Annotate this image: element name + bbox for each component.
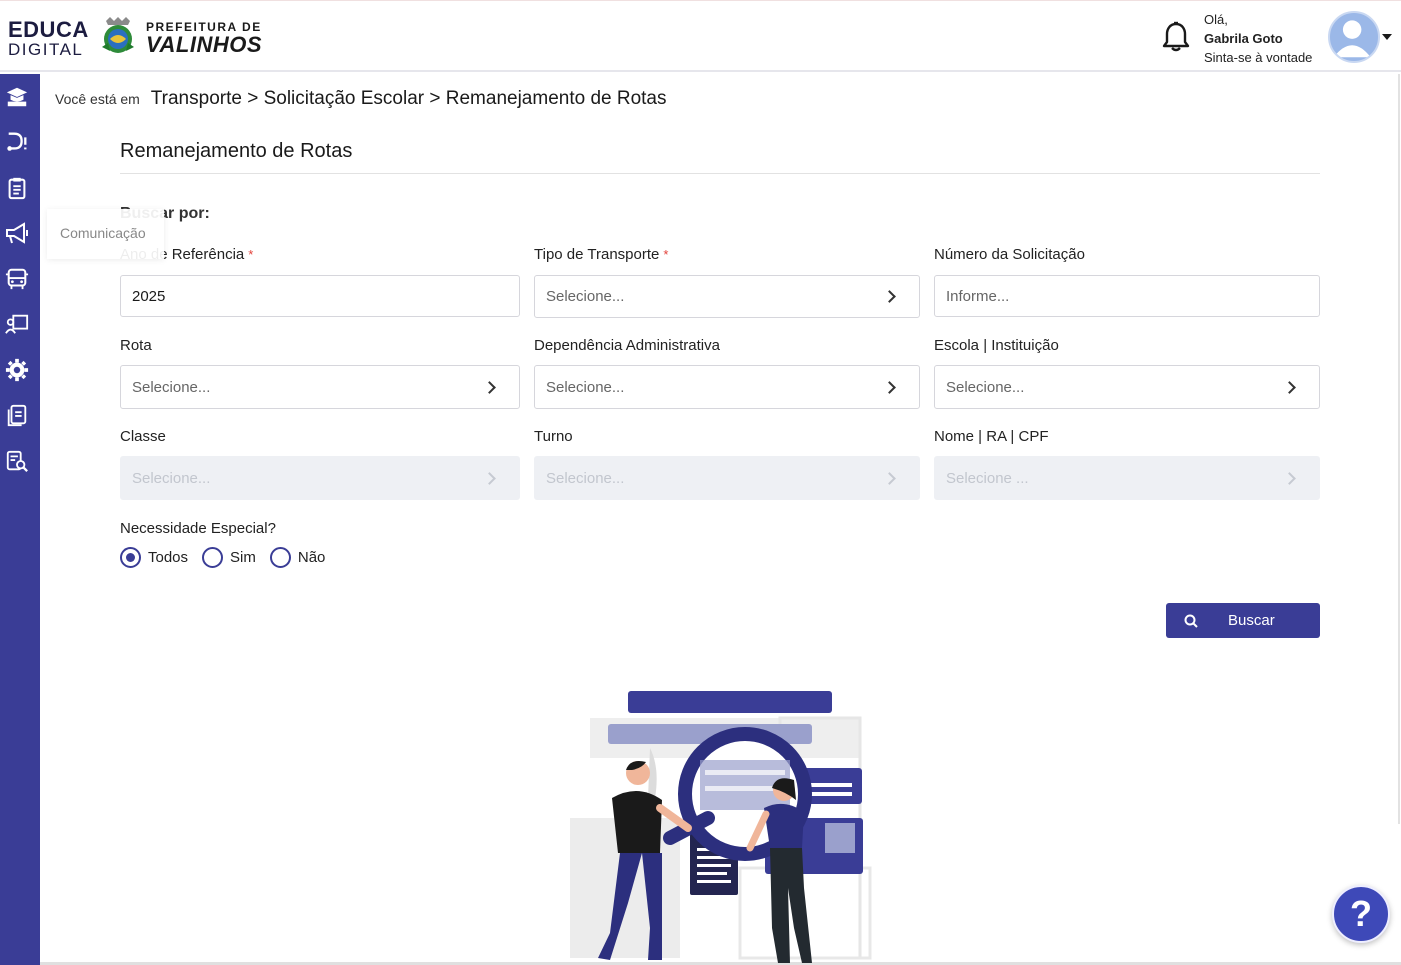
classe-placeholder: Selecione... <box>132 469 211 487</box>
user-menu-chevron-down-icon[interactable] <box>1382 34 1392 40</box>
user-avatar-icon <box>1333 20 1371 58</box>
nome-ra-cpf-select[interactable]: Selecione ... <box>934 456 1320 500</box>
search-button-label: Buscar <box>1228 612 1275 629</box>
city-seal-icon <box>102 17 134 53</box>
radio-nao-label[interactable]: Não <box>298 549 326 566</box>
chevron-right-icon <box>483 471 496 485</box>
radio-nao-circle[interactable] <box>269 547 291 568</box>
radio-todos[interactable]: Todos <box>120 547 188 568</box>
chevron-right-icon <box>883 380 896 394</box>
title-divider <box>120 173 1320 174</box>
prefeitura-logo: PREFEITURA DE VALINHOS <box>146 21 262 56</box>
page-title: Remanejamento de Rotas <box>120 140 353 162</box>
user-name: Gabrila Goto <box>1204 31 1283 46</box>
tipo-transporte-label-text: Tipo de Transporte <box>534 246 660 263</box>
help-button[interactable]: ? <box>1332 885 1390 943</box>
rota-select[interactable]: Selecione... <box>120 365 520 409</box>
ano-referencia-input[interactable]: 2025 <box>120 275 520 317</box>
dependencia-label: Dependência Administrativa <box>534 337 720 354</box>
escola-placeholder: Selecione... <box>946 378 1025 396</box>
dependencia-placeholder: Selecione... <box>546 378 625 396</box>
tipo-transporte-select[interactable]: Selecione... <box>534 275 920 318</box>
tipo-transporte-label: Tipo de Transporte * <box>534 246 668 263</box>
tipo-transporte-placeholder: Selecione... <box>546 288 625 305</box>
nome-ra-cpf-label: Nome | RA | CPF <box>934 428 1049 445</box>
rota-label: Rota <box>120 337 152 354</box>
search-icon <box>1184 614 1198 628</box>
classe-label: Classe <box>120 428 166 445</box>
required-mark: * <box>248 247 254 262</box>
ano-referencia-value: 2025 <box>132 287 166 305</box>
chevron-right-icon <box>483 380 496 394</box>
radio-sim-label[interactable]: Sim <box>230 549 256 566</box>
turno-placeholder: Selecione... <box>546 469 625 487</box>
nome-ra-cpf-placeholder: Selecione ... <box>946 469 1029 487</box>
bus-icon[interactable] <box>4 266 30 292</box>
notification-bell-icon[interactable] <box>1160 21 1192 53</box>
radio-sim[interactable]: Sim <box>202 547 256 568</box>
sidebar-tooltip: Comunicação <box>47 209 164 259</box>
radio-todos-circle[interactable] <box>120 547 141 568</box>
turno-select[interactable]: Selecione... <box>534 456 920 500</box>
breadcrumb-prefix: Você está em <box>55 91 140 107</box>
necessidade-especial-label: Necessidade Especial? <box>120 520 276 537</box>
chevron-right-icon <box>883 471 896 485</box>
avatar[interactable] <box>1328 11 1380 63</box>
numero-solicitacao-input[interactable]: Informe... <box>934 275 1320 317</box>
teacher-board-icon[interactable] <box>4 311 30 337</box>
search-button[interactable]: Buscar <box>1166 603 1320 638</box>
user-greeting: Olá, Gabrila Goto Sinta-se à vontade <box>1204 10 1312 67</box>
help-question-icon: ? <box>1350 893 1372 934</box>
rota-placeholder: Selecione... <box>132 378 211 396</box>
clipboard-icon[interactable] <box>4 175 30 201</box>
breadcrumb-path[interactable]: Transporte > Solicitação Escolar > Reman… <box>151 88 667 109</box>
greeting-text: Olá, <box>1204 12 1228 27</box>
prefeitura-line-2: VALINHOS <box>146 32 263 57</box>
documents-icon[interactable] <box>4 402 30 428</box>
right-divider <box>1398 74 1400 824</box>
search-illustration <box>570 691 872 963</box>
necessidade-especial-radio-group: Todos Sim Não <box>120 547 339 568</box>
chevron-right-icon <box>883 290 896 303</box>
breadcrumb: Você está em Transporte > Solicitação Es… <box>55 88 667 110</box>
chevron-right-icon <box>1283 380 1296 394</box>
graduate-icon[interactable] <box>4 84 30 110</box>
turno-label: Turno <box>534 428 573 445</box>
logo-line-1: EDUCA <box>8 17 89 42</box>
top-header: EDUCA DIGITAL PREFEITURA DE VALINHOS Olá… <box>0 0 1401 72</box>
logo-line-2: DIGITAL <box>8 40 84 59</box>
megaphone-icon[interactable] <box>4 220 30 246</box>
classe-select[interactable]: Selecione... <box>120 456 520 500</box>
educa-digital-logo[interactable]: EDUCA DIGITAL <box>8 17 89 59</box>
numero-solicitacao-label: Número da Solicitação <box>934 246 1085 263</box>
required-mark: * <box>663 247 669 262</box>
chevron-right-icon <box>1283 471 1296 485</box>
route-icon[interactable] <box>4 129 30 155</box>
numero-solicitacao-placeholder: Informe... <box>946 287 1010 305</box>
sidebar <box>0 74 40 965</box>
escola-select[interactable]: Selecione... <box>934 365 1320 409</box>
report-search-icon[interactable] <box>4 448 30 474</box>
user-subtitle: Sinta-se à vontade <box>1204 50 1313 65</box>
gear-icon[interactable] <box>4 357 30 383</box>
escola-label: Escola | Instituição <box>934 337 1059 354</box>
radio-sim-circle[interactable] <box>202 547 224 568</box>
radio-nao[interactable]: Não <box>269 547 326 568</box>
dependencia-select[interactable]: Selecione... <box>534 365 920 409</box>
radio-todos-label[interactable]: Todos <box>148 549 188 566</box>
